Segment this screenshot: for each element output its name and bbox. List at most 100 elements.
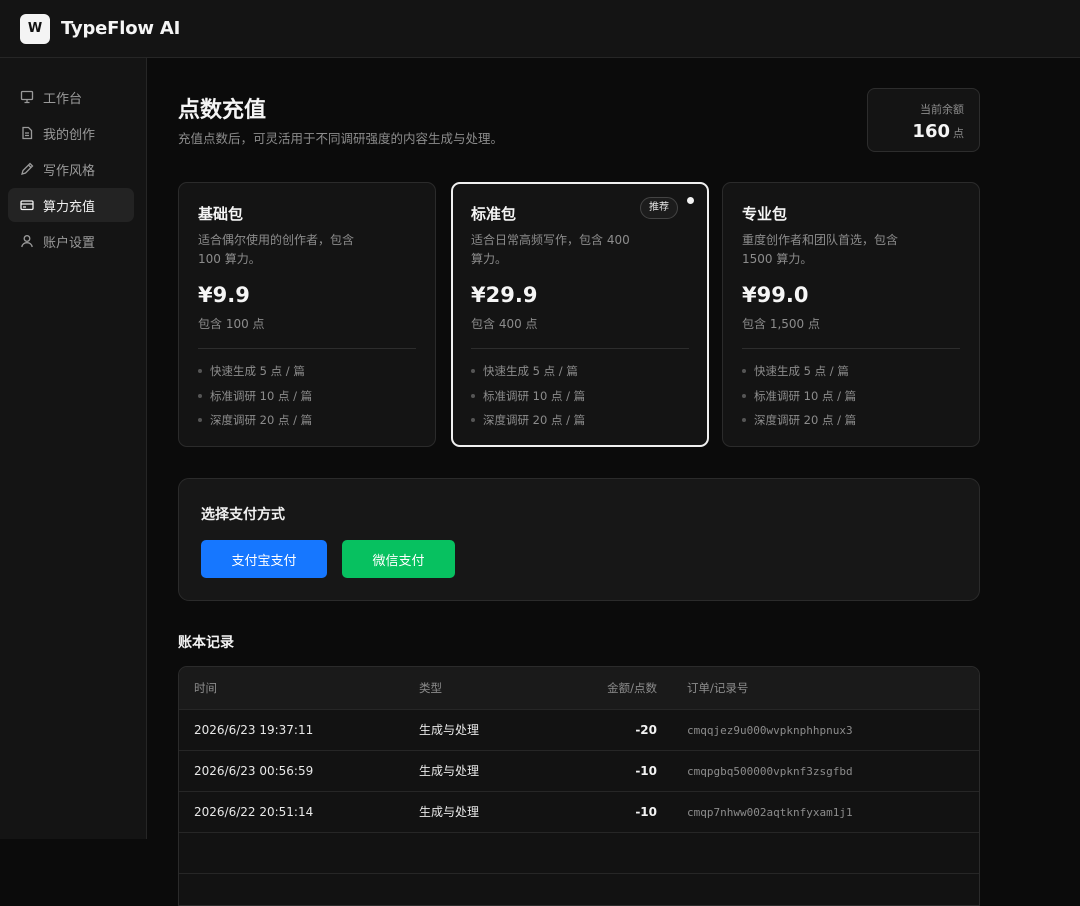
feature-item: 标准调研 10 点 / 篇 [742,384,960,409]
feature-text: 快速生成 5 点 / 篇 [754,364,849,378]
bullet-icon [742,418,746,423]
feature-item: 快速生成 5 点 / 篇 [471,359,689,384]
row-type: 生成与处理 [419,805,480,819]
plan-name: 基础包 [198,205,244,223]
bullet-icon [471,393,475,398]
divider [742,348,960,349]
row-order-id: cmqpgbq500000vpknf3zsgfbd [687,765,853,778]
plan-price: ¥29.9 [471,283,538,307]
balance-value: 160 [912,121,950,142]
payment-section: 选择支付方式 支付宝支付 微信支付 [178,478,980,601]
plan-points: 包含 1,500 点 [742,317,820,331]
sidebar-item-label: 工作台 [43,91,83,107]
feature-text: 标准调研 10 点 / 篇 [483,388,586,403]
row-type: 生成与处理 [419,764,480,778]
feature-item: 快速生成 5 点 / 篇 [198,359,416,384]
user-icon [20,234,34,248]
page-title: 点数充值 [178,98,267,123]
payment-title: 选择支付方式 [201,507,285,523]
recommended-badge: 推荐 [640,197,678,219]
plan-card-basic[interactable]: 基础包 适合偶尔使用的创作者，包含 100 算力。 ¥9.9 包含 100 点 … [178,182,436,447]
bullet-icon [198,369,202,374]
feature-text: 标准调研 10 点 / 篇 [754,388,857,403]
plan-card-pro[interactable]: 专业包 重度创作者和团队首选，包含 1500 算力。 ¥99.0 包含 1,50… [722,182,980,447]
feature-text: 深度调研 20 点 / 篇 [483,413,586,427]
column-header-amount: 金额/点数 [607,681,657,695]
feature-text: 快速生成 5 点 / 篇 [483,364,578,378]
feature-text: 深度调研 20 点 / 篇 [210,413,313,427]
plan-points: 包含 400 点 [471,317,538,331]
divider [198,348,416,349]
plan-points: 包含 100 点 [198,317,265,331]
bullet-icon [742,369,746,374]
plan-features: 快速生成 5 点 / 篇 标准调研 10 点 / 篇 深度调研 20 点 / 篇 [198,359,416,433]
plan-price: ¥9.9 [198,283,250,307]
bullet-icon [471,418,475,423]
plan-features: 快速生成 5 点 / 篇 标准调研 10 点 / 篇 深度调研 20 点 / 篇 [742,359,960,433]
credit-card-icon [20,198,34,212]
bullet-icon [198,418,202,423]
plan-cards: 基础包 适合偶尔使用的创作者，包含 100 算力。 ¥9.9 包含 100 点 … [178,182,980,447]
feature-item: 深度调研 20 点 / 篇 [471,408,689,433]
sidebar-item-label: 账户设置 [43,235,96,251]
sidebar: 工作台 我的创作 写作风格 算力充值 账户设置 [0,58,147,839]
balance-card: 当前余额 160 点 [867,88,980,152]
plan-description: 适合日常高频写作，包含 400 算力。 [471,233,630,266]
plan-features: 快速生成 5 点 / 篇 标准调研 10 点 / 篇 深度调研 20 点 / 篇 [471,359,689,433]
ledger-title: 账本记录 [178,635,234,651]
row-order-id: cmqp7nhww002aqtknfyxam1j1 [687,806,853,819]
row-type: 生成与处理 [419,723,480,737]
table-row [179,833,979,874]
feature-item: 标准调研 10 点 / 篇 [198,384,416,409]
sidebar-item-recharge[interactable]: 算力充值 [8,188,134,222]
bullet-icon [471,369,475,374]
feature-item: 深度调研 20 点 / 篇 [198,408,416,433]
feature-item: 快速生成 5 点 / 篇 [742,359,960,384]
row-time: 2026/6/23 00:56:59 [194,764,314,778]
monitor-icon [20,90,34,104]
plan-card-standard[interactable]: 推荐 标准包 适合日常高频写作，包含 400 算力。 ¥29.9 包含 400 … [451,182,709,447]
selected-indicator-icon [687,197,694,204]
plan-name: 专业包 [742,205,788,223]
row-amount: -10 [635,764,657,778]
page-subtitle: 充值点数后，可灵活用于不同调研强度的内容生成与处理。 [178,131,504,146]
row-amount: -20 [635,723,657,737]
sidebar-item-label: 我的创作 [43,127,96,143]
table-row: 2026/6/23 19:37:11 生成与处理 -20 cmqqjez9u00… [179,710,979,751]
bullet-icon [742,393,746,398]
sidebar-item-label: 写作风格 [43,163,96,179]
sidebar-item-label: 算力充值 [43,199,96,215]
bullet-icon [198,393,202,398]
pen-icon [20,162,34,176]
feature-text: 标准调研 10 点 / 篇 [210,388,313,403]
sidebar-item-my-creations[interactable]: 我的创作 [8,116,134,150]
plan-description: 重度创作者和团队首选，包含 1500 算力。 [742,233,899,266]
app-logo[interactable]: W [20,13,50,44]
sidebar-item-account-settings[interactable]: 账户设置 [8,224,134,258]
alipay-button[interactable]: 支付宝支付 [201,540,327,578]
balance-label: 当前余额 [920,103,964,116]
document-icon [20,126,34,140]
balance-unit: 点 [953,127,964,140]
row-order-id: cmqqjez9u000wvpknphhpnux3 [687,724,853,737]
table-row: 2026/6/22 20:51:14 生成与处理 -10 cmqp7nhww00… [179,792,979,833]
column-header-time: 时间 [194,681,217,695]
table-header: 时间 类型 金额/点数 订单/记录号 [179,667,979,710]
sidebar-item-writing-style[interactable]: 写作风格 [8,152,134,186]
feature-item: 深度调研 20 点 / 篇 [742,408,960,433]
table-row: 2026/6/23 00:56:59 生成与处理 -10 cmqpgbq5000… [179,751,979,792]
feature-text: 快速生成 5 点 / 篇 [210,364,305,378]
sidebar-item-workbench[interactable]: 工作台 [8,80,134,114]
wechat-pay-button[interactable]: 微信支付 [342,540,455,578]
plan-description: 适合偶尔使用的创作者，包含 100 算力。 [198,233,355,266]
plan-price: ¥99.0 [742,283,809,307]
ledger-table: 时间 类型 金额/点数 订单/记录号 2026/6/23 19:37:11 生成… [178,666,980,906]
divider [471,348,689,349]
column-header-type: 类型 [419,681,442,695]
row-time: 2026/6/22 20:51:14 [194,805,314,819]
row-time: 2026/6/23 19:37:11 [194,723,314,737]
balance-display: 160 点 [868,121,964,142]
top-bar: W TypeFlow AI [0,0,1080,58]
app-title: TypeFlow AI [61,18,181,39]
column-header-order: 订单/记录号 [687,681,749,695]
